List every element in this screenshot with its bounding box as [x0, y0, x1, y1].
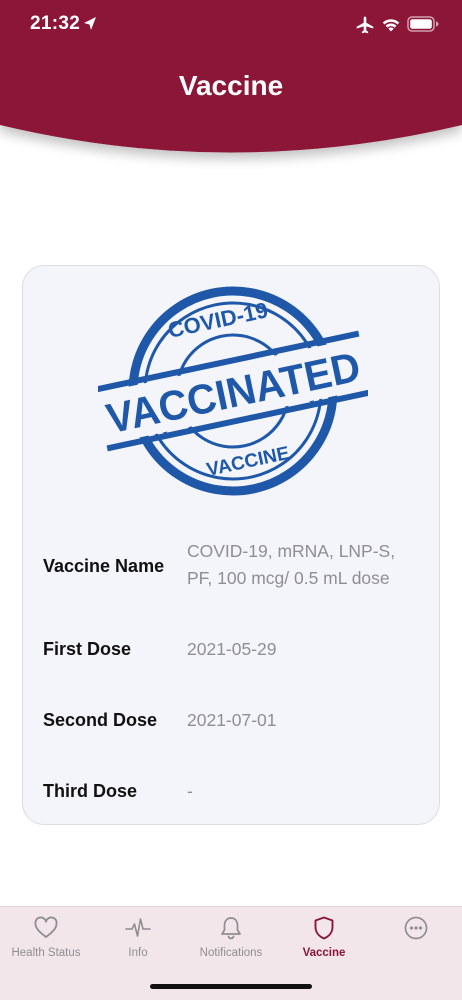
tab-notifications[interactable]: Notifications: [184, 907, 278, 977]
tab-notifications-label: Notifications: [199, 947, 263, 959]
location-arrow-icon: [84, 17, 96, 30]
vaccine-name-label: Vaccine Name: [43, 556, 165, 576]
detail-row-first-dose: First Dose 2021-05-29: [43, 639, 433, 669]
detail-row-vaccine-name: Vaccine Name COVID-19, mRNA, LNP-S, PF, …: [43, 538, 433, 598]
tab-more[interactable]: [370, 907, 462, 977]
tab-info[interactable]: Info: [92, 907, 184, 977]
battery-icon: [407, 16, 439, 32]
vaccine-card: COVID-19 VACCINE VACCINATED Vaccine Name…: [22, 265, 440, 825]
detail-row-second-dose: Second Dose 2021-07-01: [43, 710, 433, 740]
second-dose-label: Second Dose: [43, 710, 158, 730]
third-dose-label: Third Dose: [43, 781, 138, 801]
tab-health-status[interactable]: Health Status: [0, 907, 92, 977]
shield-icon: [314, 916, 334, 940]
wifi-icon: [382, 19, 400, 32]
second-dose-value: 2021-07-01: [187, 710, 277, 730]
heart-icon: [34, 916, 58, 938]
first-dose-value: 2021-05-29: [187, 639, 277, 659]
vaccinated-stamp-image: COVID-19 VACCINE VACCINATED: [98, 286, 368, 496]
status-bar: 21:32: [0, 0, 462, 50]
first-dose-label: First Dose: [43, 639, 132, 659]
vaccine-name-value-line2: PF, 100 mcg/ 0.5 mL dose: [187, 568, 390, 588]
home-indicator[interactable]: [150, 984, 312, 989]
tab-health-status-label: Health Status: [11, 947, 81, 959]
detail-row-third-dose: Third Dose -: [43, 781, 433, 811]
status-time: 21:32: [30, 13, 81, 34]
bell-icon: [221, 917, 241, 940]
airplane-icon: [356, 16, 374, 34]
vaccine-name-value: COVID-19, mRNA, LNP-S, PF, 100 mcg/ 0.5 …: [187, 538, 427, 592]
tab-vaccine-label: Vaccine: [302, 947, 346, 959]
pulse-icon: [125, 918, 151, 937]
third-dose-value: -: [187, 781, 193, 801]
tab-info-label: Info: [128, 947, 148, 959]
page-title: Vaccine: [178, 70, 284, 101]
more-icon: [404, 916, 428, 940]
tab-vaccine[interactable]: Vaccine: [278, 907, 370, 977]
vaccine-name-value-line1: COVID-19, mRNA, LNP-S,: [187, 541, 396, 561]
app-screen: 21:32 Vaccine COVID-19 VACCINE VACCINATE…: [0, 0, 462, 1000]
